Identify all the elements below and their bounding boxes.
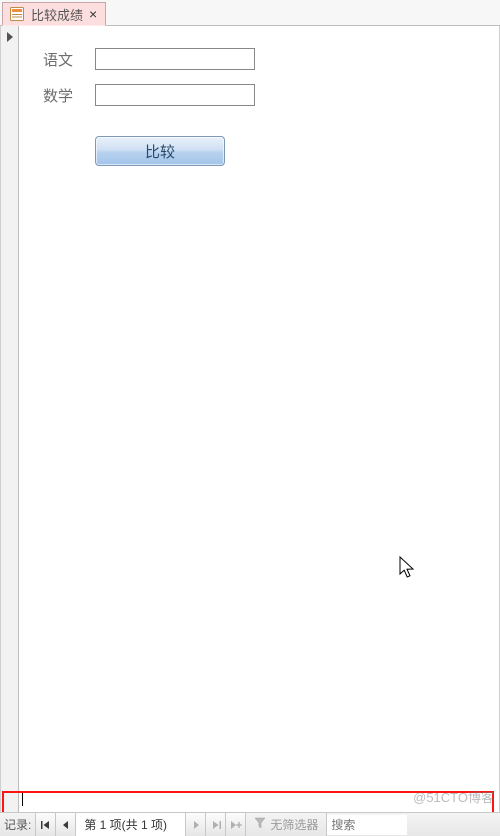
- form-icon: [9, 6, 25, 22]
- field-row-chinese: 语文: [43, 48, 475, 70]
- nav-record-label: 记录:: [0, 813, 35, 836]
- form-body: 语文 数学 比较: [0, 26, 500, 812]
- record-marker-icon: [7, 32, 13, 42]
- nav-filter[interactable]: 无筛选器: [245, 813, 326, 836]
- nav-last-button[interactable]: [205, 813, 225, 836]
- label-chinese: 语文: [43, 49, 95, 70]
- record-selector[interactable]: [1, 26, 19, 812]
- nav-counter: 第 1 项(共 1 项): [75, 813, 185, 836]
- tab-compare-scores[interactable]: 比较成绩 ×: [2, 2, 106, 26]
- tab-title: 比较成绩: [31, 5, 83, 24]
- nav-new-button[interactable]: [225, 813, 245, 836]
- field-row-math: 数学: [43, 84, 475, 106]
- text-caret: [22, 792, 23, 806]
- record-navigation-bar: 记录: 第 1 项(共 1 项) 无筛选器: [0, 812, 500, 836]
- nav-prev-button[interactable]: [55, 813, 75, 836]
- funnel-icon: [254, 817, 266, 832]
- form-area: 语文 数学 比较: [19, 26, 499, 812]
- nav-search-input[interactable]: [327, 815, 407, 835]
- input-chinese[interactable]: [95, 48, 255, 70]
- close-icon[interactable]: ×: [89, 7, 97, 21]
- input-math[interactable]: [95, 84, 255, 106]
- nav-next-button[interactable]: [185, 813, 205, 836]
- tab-strip: 比较成绩 ×: [0, 0, 500, 26]
- nav-first-button[interactable]: [35, 813, 55, 836]
- compare-button[interactable]: 比较: [95, 136, 225, 166]
- nav-search-cell: [326, 813, 407, 836]
- label-math: 数学: [43, 85, 95, 106]
- cursor-icon: [399, 556, 417, 583]
- nav-filter-label: 无筛选器: [270, 816, 318, 833]
